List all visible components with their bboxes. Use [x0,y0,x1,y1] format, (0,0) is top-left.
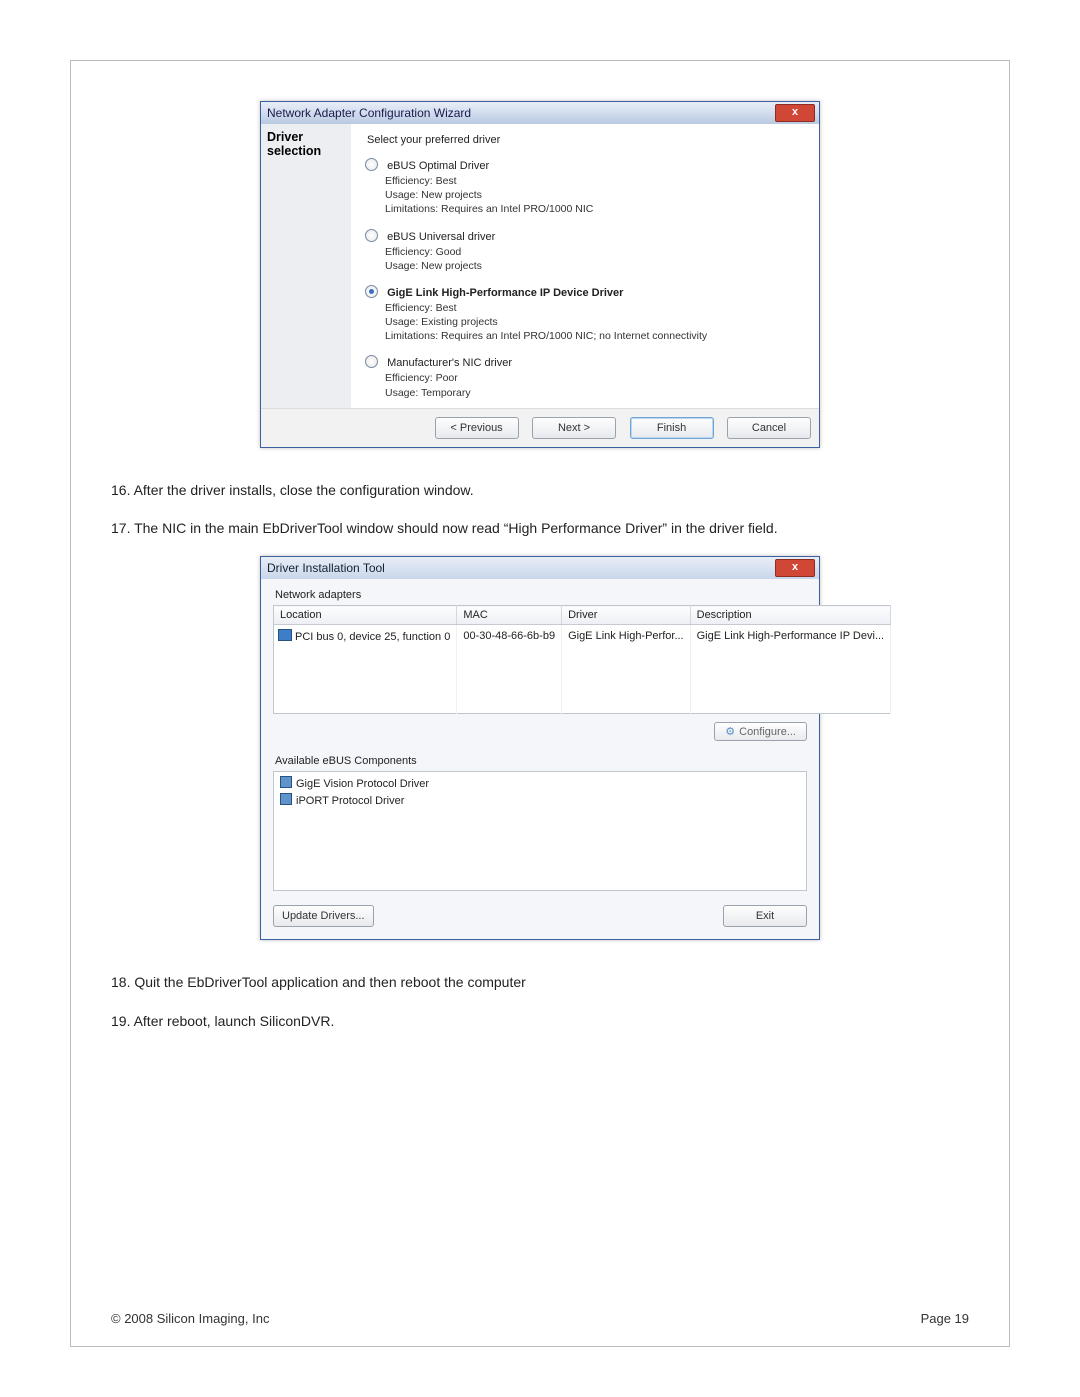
close-icon[interactable]: x [775,559,815,577]
close-icon[interactable]: x [775,104,815,122]
step-17: 17. The NIC in the main EbDriverTool win… [111,518,969,538]
driver-option-desc: Limitations: Requires an Intel PRO/1000 … [385,202,805,216]
driver-option-desc: Usage: Existing projects [385,315,805,329]
driver-option-label: eBUS Optimal Driver [387,160,489,172]
radio-icon[interactable] [365,285,378,298]
instruction-text: 16. After the driver installs, close the… [111,480,969,539]
adapters-label: Network adapters [275,589,807,601]
list-item[interactable]: iPORT Protocol Driver [280,793,800,810]
step-16: 16. After the driver installs, close the… [111,480,969,500]
table-header-row: Location MAC Driver Description [274,606,891,625]
driver-tool-window: Driver Installation Tool x Network adapt… [260,556,820,940]
exit-button[interactable]: Exit [723,905,807,927]
driver-option-desc: Efficiency: Good [385,245,805,259]
nic-icon [278,629,292,641]
step-19: 19. After reboot, launch SiliconDVR. [111,1011,969,1031]
wizard-button-bar: < Previous Next > Finish Cancel [261,408,819,447]
config-wizard-window: Network Adapter Configuration Wizard x D… [260,101,820,448]
driver-option-desc: Efficiency: Best [385,301,805,315]
components-list: GigE Vision Protocol Driver iPORT Protoc… [273,771,807,891]
driver-option-label: GigE Link High-Performance IP Device Dri… [387,287,623,299]
driver-icon [280,793,292,805]
driver-option-desc: Usage: Temporary [385,386,805,400]
driver-option-label: eBUS Universal driver [387,231,495,243]
page-footer: © 2008 Silicon Imaging, Inc Page 19 [111,1311,969,1326]
cell-description: GigE Link High-Performance IP Devi... [690,625,890,648]
step-18: 18. Quit the EbDriverTool application an… [111,972,969,992]
wizard-main: Select your preferred driver eBUS Optima… [351,124,819,408]
previous-button[interactable]: < Previous [435,417,519,439]
driver-option[interactable]: Manufacturer's NIC driver Efficiency: Po… [365,355,805,399]
driver-option[interactable]: eBUS Optimal Driver Efficiency: Best Usa… [365,158,805,217]
col-mac[interactable]: MAC [457,606,562,625]
driver-tool-titlebar: Driver Installation Tool x [261,557,819,579]
col-driver[interactable]: Driver [562,606,691,625]
driver-icon [280,776,292,788]
components-label: Available eBUS Components [275,755,807,767]
cancel-button[interactable]: Cancel [727,417,811,439]
adapters-table: Location MAC Driver Description PCI bus … [273,605,891,714]
wizard-title: Network Adapter Configuration Wizard [261,106,477,120]
instruction-text: 18. Quit the EbDriverTool application an… [111,972,969,1031]
driver-option[interactable]: eBUS Universal driver Efficiency: Good U… [365,229,805,273]
wizard-sidebar: Driver selection [261,124,351,408]
configure-button[interactable]: ⚙Configure... [714,722,807,741]
driver-option-selected[interactable]: GigE Link High-Performance IP Device Dri… [365,285,805,344]
table-row[interactable]: PCI bus 0, device 25, function 0 00-30-4… [274,625,891,648]
copyright: © 2008 Silicon Imaging, Inc [111,1311,269,1326]
cell-location: PCI bus 0, device 25, function 0 [295,631,450,643]
update-drivers-button[interactable]: Update Drivers... [273,905,374,927]
cell-mac: 00-30-48-66-6b-b9 [457,625,562,648]
list-item[interactable]: GigE Vision Protocol Driver [280,776,800,793]
col-description[interactable]: Description [690,606,890,625]
page-number: Page 19 [921,1311,969,1326]
driver-option-desc: Efficiency: Poor [385,371,805,385]
radio-icon[interactable] [365,158,378,171]
driver-option-desc: Limitations: Requires an Intel PRO/1000 … [385,329,805,343]
cell-driver: GigE Link High-Perfor... [562,625,691,648]
radio-icon[interactable] [365,229,378,242]
finish-button[interactable]: Finish [630,417,714,439]
driver-tool-title: Driver Installation Tool [261,561,391,575]
next-button[interactable]: Next > [532,417,616,439]
col-location[interactable]: Location [274,606,457,625]
driver-option-desc: Usage: New projects [385,188,805,202]
driver-option-desc: Efficiency: Best [385,174,805,188]
driver-option-desc: Usage: New projects [385,259,805,273]
wizard-heading: Driver selection [267,130,351,158]
driver-option-label: Manufacturer's NIC driver [387,357,512,369]
gear-icon: ⚙ [725,726,735,738]
radio-icon[interactable] [365,355,378,368]
wizard-titlebar: Network Adapter Configuration Wizard x [261,102,819,124]
wizard-prompt: Select your preferred driver [367,134,805,146]
